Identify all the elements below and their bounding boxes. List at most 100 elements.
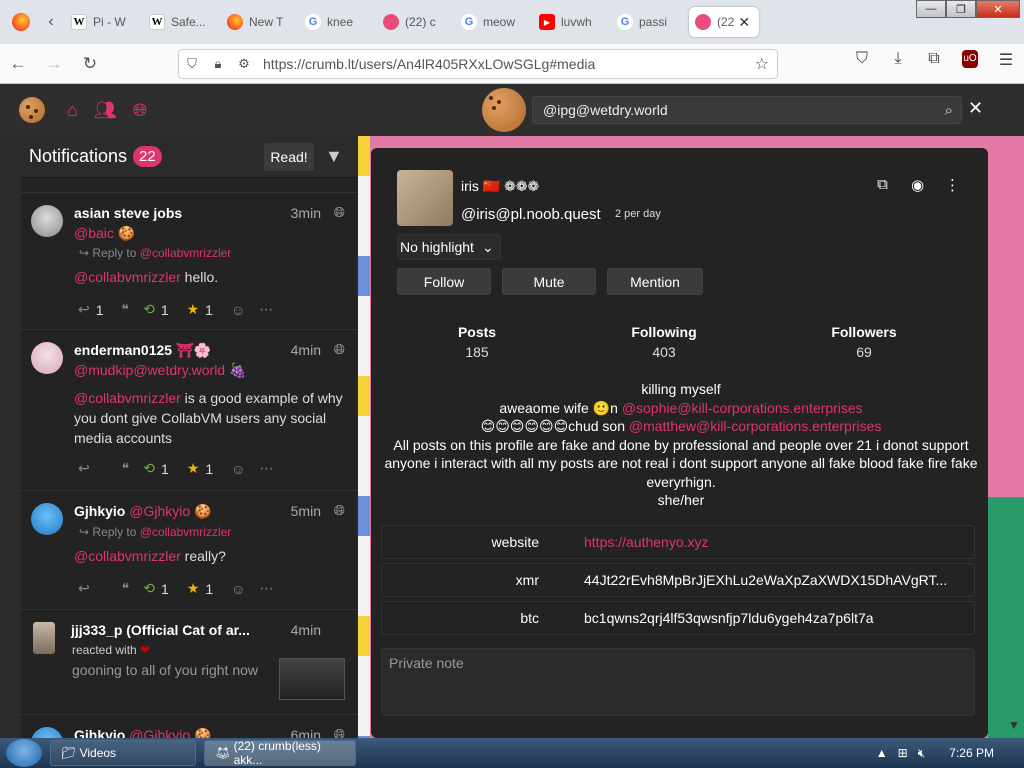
browser-tab[interactable]: Gmeow xyxy=(455,7,530,37)
url-text[interactable]: https://crumb.lt/users/An4lR405RXxLOwSGL… xyxy=(263,56,595,72)
maximize-button[interactable]: ❐ xyxy=(946,0,976,18)
taskbar-item-videos[interactable]: 📁︎ Videos xyxy=(50,740,196,766)
menu-icon[interactable]: ☰ xyxy=(988,50,1024,70)
close-tab-icon[interactable]: ✕ xyxy=(738,14,750,31)
author-name[interactable]: Gjhkyio @Gjhkyio 🍪 xyxy=(74,727,211,738)
avatar[interactable] xyxy=(33,622,55,654)
avatar[interactable] xyxy=(31,342,63,374)
open-external-icon[interactable]: ⧉ xyxy=(865,176,900,194)
mute-button[interactable]: Mute xyxy=(502,268,596,295)
start-button[interactable] xyxy=(6,739,42,767)
quote-icon[interactable]: ❝ xyxy=(122,301,130,318)
minimize-button[interactable]: — xyxy=(916,0,946,18)
scroll-down-arrow[interactable]: ▼ xyxy=(1008,718,1020,732)
clear-search-icon[interactable]: ✕ xyxy=(968,98,983,119)
ublock-icon[interactable]: uO xyxy=(962,50,978,68)
timestamp[interactable]: 4min xyxy=(291,342,321,358)
notification-item[interactable]: enderman0125 ⛩🌸 4min 🌐︎ @mudkip@wetdry.w… xyxy=(21,329,357,489)
stat-following[interactable]: Following 403 xyxy=(594,324,734,360)
search-icon[interactable]: ⌕ xyxy=(945,102,953,119)
browser-tab[interactable]: Gknee xyxy=(299,7,374,37)
crumb-logo-icon[interactable] xyxy=(19,97,45,123)
boost-icon[interactable]: ⟲ xyxy=(143,580,155,597)
follow-button[interactable]: Follow xyxy=(397,268,491,295)
mention-button[interactable]: Mention xyxy=(607,268,703,295)
tab-scroll-left-icon[interactable]: ‹ xyxy=(40,13,62,31)
timestamp[interactable]: 4min xyxy=(291,622,321,638)
more-icon[interactable]: ⋯ xyxy=(259,460,273,477)
emoji-react-icon[interactable]: ☺ xyxy=(231,581,245,597)
url-bar[interactable]: ⛉ 🔒︎ ⚙ https://crumb.lt/users/An4lR405RX… xyxy=(178,49,778,79)
favorite-star-icon[interactable]: ★ xyxy=(187,301,200,318)
clock[interactable]: 7:26 PM xyxy=(949,746,994,760)
private-note-input[interactable]: Private note xyxy=(381,648,975,716)
author-name[interactable]: asian steve jobs xyxy=(74,205,182,221)
author-name[interactable]: Gjhkyio @Gjhkyio 🍪 xyxy=(74,503,211,520)
timestamp[interactable]: 6min xyxy=(291,727,321,738)
forward-icon[interactable]: → xyxy=(36,54,72,74)
emoji-react-icon[interactable]: ☺ xyxy=(231,302,245,318)
author-name[interactable]: enderman0125 ⛩🌸 xyxy=(74,342,211,359)
favorite-star-icon[interactable]: ★ xyxy=(187,580,200,597)
stat-posts[interactable]: Posts 185 xyxy=(407,324,547,360)
downloads-icon[interactable]: ⤓ xyxy=(880,50,916,70)
firefox-icon[interactable] xyxy=(12,13,30,31)
reply-icon[interactable]: ↩ xyxy=(78,301,90,318)
reply-icon[interactable]: ↩ xyxy=(78,580,90,597)
reply-icon[interactable]: ↩ xyxy=(78,460,90,477)
mark-read-button[interactable]: Read! xyxy=(264,143,314,171)
profile-avatar[interactable] xyxy=(397,170,453,226)
filter-icon[interactable]: ▼ xyxy=(325,146,343,167)
home-icon[interactable]: ⌂ xyxy=(67,100,78,121)
boost-icon[interactable]: ⟲ xyxy=(143,301,155,318)
bio-mention-link[interactable]: @matthew@kill-corporations.enterprises xyxy=(629,418,882,434)
avatar[interactable] xyxy=(31,727,63,738)
pocket-icon[interactable]: ⛉ xyxy=(844,50,880,70)
more-icon[interactable]: ⋯ xyxy=(259,301,273,318)
profile-handle[interactable]: @iris@pl.noob.quest xyxy=(461,206,601,223)
timestamp[interactable]: 3min xyxy=(291,205,321,221)
extensions-icon[interactable]: ⧉ xyxy=(916,50,952,70)
network-icon[interactable]: ⊞ xyxy=(898,746,908,760)
favorite-star-icon[interactable]: ★ xyxy=(187,460,200,477)
stat-followers[interactable]: Followers 69 xyxy=(794,324,934,360)
notification-item[interactable]: asian steve jobs 3min 🌐︎ @baic 🍪 ↪ Reply… xyxy=(21,192,357,328)
highlight-select[interactable]: No highlight ⌄ xyxy=(397,234,501,260)
quote-icon[interactable]: ❝ xyxy=(122,580,130,597)
bookmark-star-icon[interactable]: ☆ xyxy=(755,54,769,74)
author-account[interactable]: @mudkip@wetdry.world 🍇 xyxy=(74,362,246,379)
more-vertical-icon[interactable]: ⋮ xyxy=(935,176,970,194)
globe-icon[interactable]: 🌐︎ xyxy=(133,100,147,121)
website-link[interactable]: https://authenyo.xyz xyxy=(584,534,954,550)
volume-muted-icon[interactable]: 🔇︎ xyxy=(918,746,926,761)
avatar[interactable] xyxy=(31,205,63,237)
tracking-shield-icon[interactable]: ⛉ xyxy=(179,56,205,72)
taskbar-item-firefox[interactable]: 🦊︎ (22) crumb(less) akk... xyxy=(204,739,356,767)
post-thumbnail[interactable] xyxy=(279,658,345,700)
browser-tab[interactable]: Gpassi xyxy=(611,7,686,37)
close-window-button[interactable]: ✕ xyxy=(976,0,1020,18)
rss-icon[interactable]: ◉ xyxy=(900,176,935,194)
browser-tab[interactable]: W Pi - W xyxy=(65,7,140,37)
boost-icon[interactable]: ⟲ xyxy=(143,460,155,477)
people-icon[interactable]: 👥︎ xyxy=(94,100,117,121)
search-value[interactable]: @ipg@wetdry.world xyxy=(543,102,668,118)
notification-item[interactable]: jjj333_p (Official Cat of ar... 4min rea… xyxy=(21,609,357,713)
author-account[interactable]: @baic 🍪 xyxy=(74,225,135,242)
permissions-icon[interactable]: ⚙ xyxy=(231,56,257,72)
avatar[interactable] xyxy=(31,503,63,535)
notification-item[interactable]: Gjhkyio @Gjhkyio 🍪 5min 🌐︎ ↪ Reply to @c… xyxy=(21,490,357,608)
tray-arrow-icon[interactable]: ▲ xyxy=(876,746,888,760)
emoji-react-icon[interactable]: ☺ xyxy=(231,461,245,477)
quote-icon[interactable]: ❝ xyxy=(122,460,130,477)
browser-tab[interactable]: ▶ luvwh xyxy=(533,7,608,37)
browser-tab[interactable]: New T xyxy=(221,7,296,37)
browser-tab[interactable]: W Safe... xyxy=(143,7,218,37)
author-name[interactable]: jjj333_p (Official Cat of ar... xyxy=(71,622,250,638)
more-icon[interactable]: ⋯ xyxy=(259,580,273,597)
search-input[interactable]: @ipg@wetdry.world ⌕ xyxy=(532,96,962,124)
browser-tab[interactable]: (22) c xyxy=(377,7,452,37)
timestamp[interactable]: 5min xyxy=(291,503,321,519)
back-icon[interactable]: ← xyxy=(0,54,36,74)
notification-item[interactable]: Gjhkyio @Gjhkyio 🍪 6min 🌐︎ xyxy=(21,714,357,738)
